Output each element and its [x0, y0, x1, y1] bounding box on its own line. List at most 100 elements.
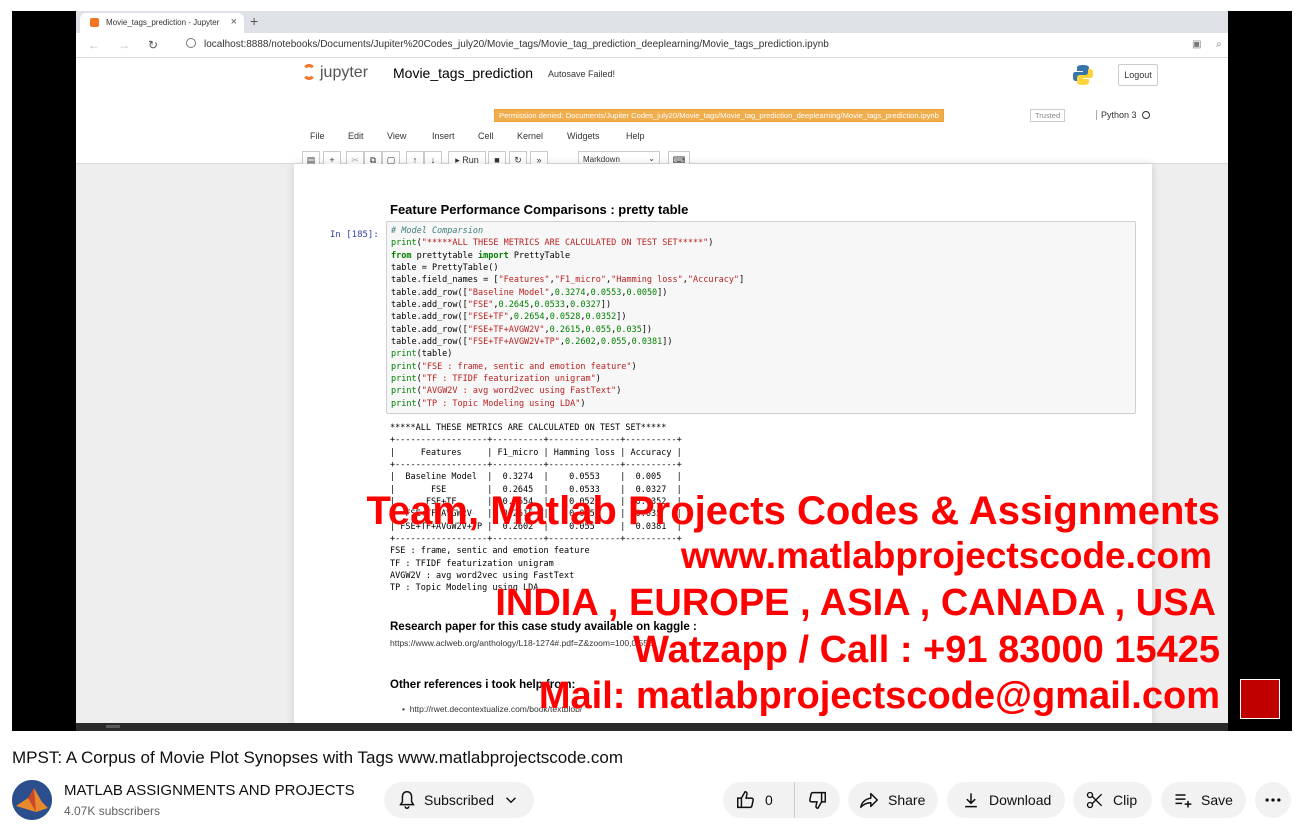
code-content: # Model Comparsion print("*****ALL THESE …	[391, 225, 1131, 410]
menu-file[interactable]: File	[310, 131, 325, 141]
matlab-logo-icon	[12, 780, 52, 820]
research-link[interactable]: https://www.aclweb.org/anthology/L18-127…	[390, 638, 653, 648]
more-horizontal-icon	[1265, 798, 1281, 802]
forward-arrow-icon[interactable]: →	[118, 38, 130, 52]
bell-icon	[399, 791, 415, 809]
video-title: MPST: A Corpus of Movie Plot Synopses wi…	[12, 748, 624, 767]
output-line: +------------------+----------+---------…	[390, 435, 682, 446]
jupyter-logo-text: jupyter	[320, 64, 369, 81]
channel-avatar[interactable]	[12, 780, 52, 820]
watermark-line-4: Watzapp / Call : +91 83000 15425	[633, 629, 1220, 671]
kernel-name: Python 3	[1101, 110, 1137, 120]
more-actions-button[interactable]	[1255, 782, 1291, 818]
code-line: # Model Comparsion	[391, 226, 484, 236]
menu-view[interactable]: View	[387, 131, 406, 141]
thumbs-down-icon	[809, 791, 826, 809]
new-tab-button[interactable]: +	[250, 13, 258, 29]
watermark-logo	[1240, 679, 1280, 719]
save-button[interactable]: Save	[1161, 782, 1246, 818]
save-label: Save	[1201, 792, 1233, 808]
share-button[interactable]: Share	[848, 782, 938, 818]
code-line: print(table)	[391, 349, 453, 360]
autosave-status: Autosave Failed!	[548, 69, 616, 79]
subscriber-count: 4.07K subscribers	[64, 804, 161, 818]
chevron-down-icon	[506, 797, 517, 804]
output-line: AVGW2V : avg word2vec using FastText	[390, 571, 575, 582]
thumbs-up-icon	[737, 791, 754, 809]
output-line: | Features | F1_micro | Hamming loss | A…	[390, 447, 682, 458]
jupyter-logo[interactable]: jupyter	[302, 64, 368, 82]
clip-button[interactable]: Clip	[1073, 782, 1152, 818]
code-line: from prettytable import PrettyTable	[391, 250, 571, 261]
menu-widgets[interactable]: Widgets	[567, 131, 600, 141]
output-line: *****ALL THESE METRICS ARE CALCULATED ON…	[390, 423, 667, 433]
code-line: table.add_row(["FSE",0.2645,0.0533,0.032…	[391, 300, 612, 311]
code-line: table = PrettyTable()	[391, 263, 499, 274]
menu-kernel[interactable]: Kernel	[517, 131, 543, 141]
channel-name[interactable]: MATLAB ASSIGNMENTS AND PROJECTS	[64, 782, 355, 799]
menu-cell[interactable]: Cell	[478, 131, 494, 141]
code-cell[interactable]: # Model Comparsion print("*****ALL THESE …	[386, 221, 1136, 414]
jupyter-menubar: File Edit View Insert Cell Kernel Widget…	[298, 121, 1158, 141]
code-line: print("AVGW2V : avg word2vec using FastT…	[391, 386, 622, 397]
code-line: print("FSE : frame, sentic and emotion f…	[391, 361, 637, 372]
site-info-icon[interactable]	[186, 38, 196, 48]
menu-insert[interactable]: Insert	[432, 131, 455, 141]
scissors-icon	[1086, 791, 1103, 809]
progress-segment	[106, 725, 120, 728]
jupyter-logo-icon	[302, 64, 316, 80]
like-count: 0	[765, 792, 773, 808]
logout-button[interactable]: Logout	[1118, 64, 1158, 86]
jupyter-header: jupyter Movie_tags_prediction Autosave F…	[76, 59, 1228, 169]
download-button[interactable]: Download	[947, 782, 1065, 818]
code-line: table.add_row(["FSE+TF",0.2654,0.0528,0.…	[391, 312, 627, 323]
kernel-indicator: Python 3	[1096, 110, 1150, 120]
notebook-name[interactable]: Movie_tags_prediction	[393, 65, 533, 81]
back-arrow-icon[interactable]: ←	[88, 38, 100, 52]
download-icon	[965, 793, 977, 808]
reload-icon[interactable]: ↻	[148, 38, 158, 52]
watermark-line-2: www.matlabprojectscode.com	[680, 535, 1212, 576]
download-label: Download	[989, 792, 1052, 808]
close-tab-icon[interactable]: ×	[231, 16, 237, 28]
like-dislike-group: 0	[723, 782, 840, 818]
dislike-button[interactable]	[795, 782, 839, 818]
browser-tab[interactable]: Movie_tags_prediction - Jupyter ×	[80, 13, 244, 33]
watermark-line-3: INDIA , EUROPE , ASIA , CANADA , USA	[495, 582, 1216, 624]
cell-prompt: In [185]:	[330, 230, 379, 240]
like-button[interactable]: 0	[723, 782, 795, 818]
share-label: Share	[888, 792, 926, 808]
section-heading: Feature Performance Comparisons : pretty…	[390, 202, 689, 217]
watermark-line-1: Team, Matlab Projects Codes & Assignment…	[366, 489, 1220, 533]
code-line: table.add_row(["FSE+TF+AVGW2V",0.2615,0.…	[391, 324, 653, 335]
translate-icon[interactable]: ▣	[1192, 39, 1201, 50]
output-line: | Baseline Model | 0.3274 | 0.0553 | 0.0…	[390, 472, 682, 483]
clip-label: Clip	[1113, 792, 1138, 808]
subscribed-button[interactable]: Subscribed	[384, 782, 534, 818]
cell-type-value: Markdown	[583, 155, 620, 164]
output-line: +------------------+----------+---------…	[390, 534, 682, 545]
code-line: print("*****ALL THESE METRICS ARE CALCUL…	[391, 238, 714, 249]
menu-edit[interactable]: Edit	[348, 131, 364, 141]
share-icon	[860, 792, 878, 809]
url-field[interactable]: localhost:8888/notebooks/Documents/Jupit…	[204, 39, 829, 50]
chevron-down-icon: ⌄	[648, 154, 655, 163]
code-line: table.add_row(["Baseline Model",0.3274,0…	[391, 287, 668, 298]
code-line: table.add_row(["FSE+TF+AVGW2V+TP",0.2602…	[391, 337, 673, 348]
browser-tab-title: Movie_tags_prediction - Jupyter	[106, 18, 220, 27]
kernel-status-icon	[1141, 111, 1150, 119]
zoom-icon[interactable]: ⌕	[1216, 39, 1222, 50]
player-progress-bar[interactable]	[76, 723, 1228, 731]
python-logo-icon	[1073, 65, 1093, 85]
code-line: print("TP : Topic Modeling using LDA")	[391, 398, 586, 409]
playlist-add-icon	[1175, 794, 1192, 808]
output-line: +------------------+----------+---------…	[390, 460, 682, 471]
video-player[interactable]: Movie_tags_prediction - Jupyter × + ← → …	[12, 11, 1292, 731]
subscribed-label: Subscribed	[424, 792, 495, 808]
code-line: print("TF : TFIDF featurization unigram"…	[391, 374, 601, 385]
menu-help[interactable]: Help	[626, 131, 645, 141]
watermark-line-5: Mail: matlabprojectscode@gmail.com	[538, 675, 1220, 717]
output-line: FSE : frame, sentic and emotion feature	[390, 546, 590, 557]
code-line: table.field_names = ["Features","F1_micr…	[391, 275, 745, 286]
address-bar: ← → ↻ localhost:8888/notebooks/Documents…	[76, 33, 1228, 58]
